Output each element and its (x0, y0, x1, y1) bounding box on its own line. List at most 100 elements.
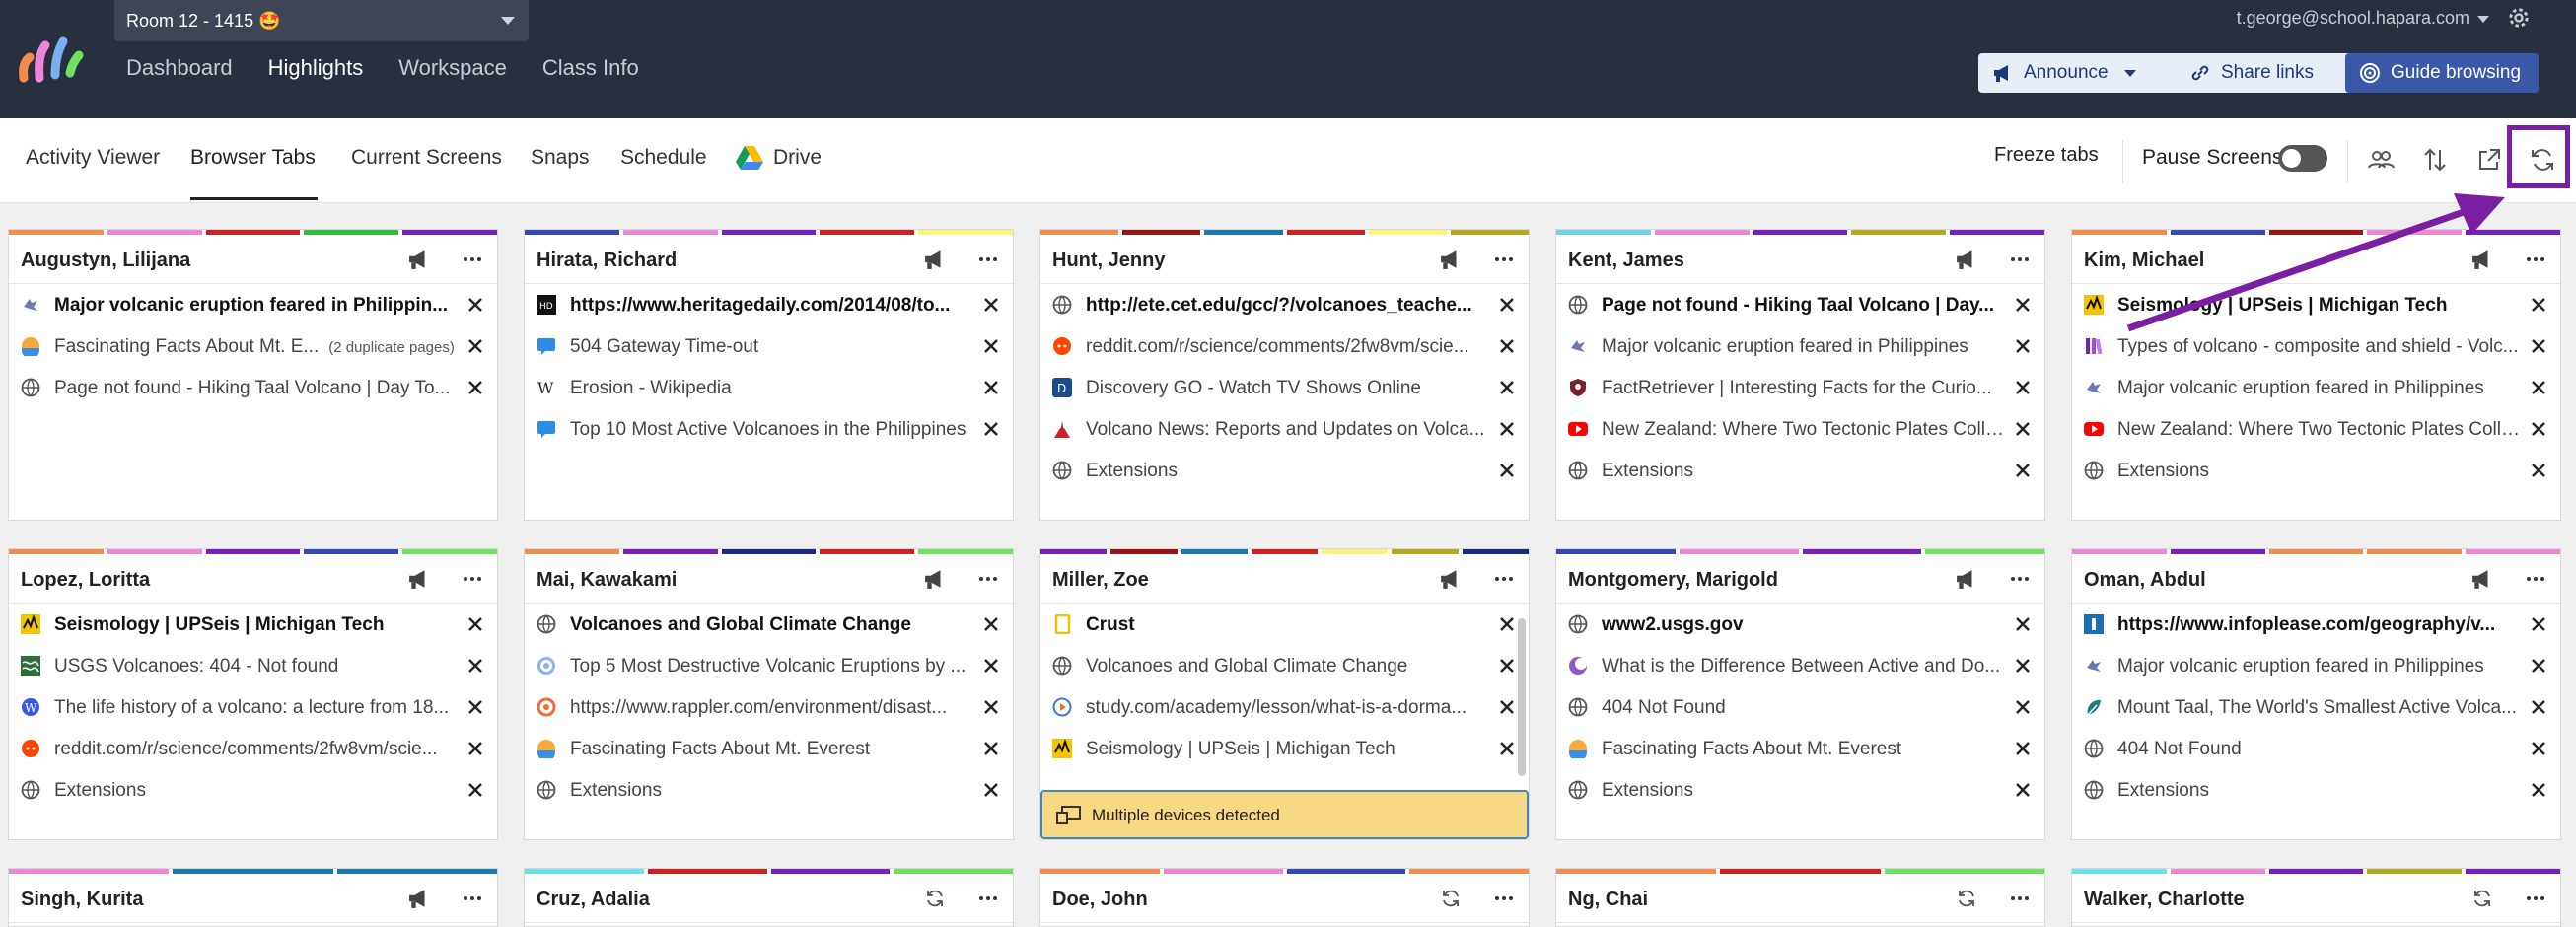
student-card[interactable]: Montgomery, Marigold www2.usgs.gov What is… (1555, 548, 2045, 840)
browser-tab-row[interactable]: W The life history of a volcano: a lectur… (9, 686, 497, 728)
browser-tab-row[interactable]: Extensions (1556, 450, 2044, 491)
close-icon[interactable] (983, 380, 999, 395)
close-icon[interactable] (983, 616, 999, 632)
browser-tab-row[interactable]: 404 Not Found (1556, 686, 2044, 728)
more-options-icon[interactable] (2523, 888, 2548, 909)
close-icon[interactable] (2531, 616, 2546, 632)
megaphone-icon[interactable] (922, 249, 948, 270)
nav-workspace[interactable]: Workspace (398, 55, 507, 81)
close-icon[interactable] (2015, 782, 2031, 798)
browser-tab-row[interactable]: D Discovery GO - Watch TV Shows Online (1040, 367, 1529, 408)
gear-icon[interactable] (2505, 4, 2533, 32)
close-icon[interactable] (1499, 463, 1515, 478)
student-card[interactable]: Oman, Abdul https://www.infoplease.com/ge… (2071, 548, 2561, 840)
megaphone-icon[interactable] (922, 568, 948, 590)
more-options-icon[interactable] (2007, 568, 2033, 590)
close-icon[interactable] (467, 297, 483, 313)
tab-snaps[interactable]: Snaps (531, 146, 590, 170)
megaphone-icon[interactable] (1438, 249, 1464, 270)
tab-browser-tabs[interactable]: Browser Tabs (190, 146, 316, 170)
browser-tab-row[interactable]: Extensions (1040, 450, 1529, 491)
user-menu[interactable]: t.george@school.hapara.com (2237, 8, 2489, 29)
close-icon[interactable] (2015, 699, 2031, 715)
tab-activity-viewer[interactable]: Activity Viewer (26, 146, 160, 170)
more-options-icon[interactable] (1491, 249, 1517, 270)
browser-tab-row[interactable]: Seismology | UPSeis | Michigan Tech (2072, 284, 2560, 325)
more-options-icon[interactable] (975, 249, 1001, 270)
close-icon[interactable] (1499, 297, 1515, 313)
browser-tab-row[interactable]: Major volcanic eruption feared in Philip… (1556, 325, 2044, 367)
hapara-logo[interactable] (16, 34, 85, 83)
browser-tab-row[interactable]: Volcanoes and Global Climate Change (1040, 645, 1529, 686)
browser-tab-row[interactable]: W Erosion - Wikipedia (525, 367, 1013, 408)
close-icon[interactable] (2531, 741, 2546, 756)
close-icon[interactable] (2015, 658, 2031, 674)
more-options-icon[interactable] (460, 249, 485, 270)
close-icon[interactable] (467, 338, 483, 354)
browser-tab-row[interactable]: Page not found - Hiking Taal Volcano | D… (1556, 284, 2044, 325)
tab-current-screens[interactable]: Current Screens (351, 146, 502, 170)
close-icon[interactable] (2531, 782, 2546, 798)
close-icon[interactable] (983, 782, 999, 798)
megaphone-icon[interactable] (406, 249, 432, 270)
browser-tab-row[interactable]: What is the Difference Between Active an… (1556, 645, 2044, 686)
browser-tab-row[interactable]: Extensions (1556, 769, 2044, 811)
megaphone-icon[interactable] (1954, 568, 1979, 590)
close-icon[interactable] (467, 782, 483, 798)
student-card[interactable]: Cruz, Adalia (524, 868, 1014, 927)
browser-tab-row[interactable]: USGS Volcanoes: 404 - Not found (9, 645, 497, 686)
student-card[interactable]: Miller, Zoe Crust Volcanoes and Global Cli… (1039, 548, 1530, 840)
close-icon[interactable] (2015, 463, 2031, 478)
close-icon[interactable] (2531, 658, 2546, 674)
browser-tab-row[interactable]: Top 10 Most Active Volcanoes in the Phil… (525, 408, 1013, 450)
close-icon[interactable] (983, 658, 999, 674)
browser-tab-row[interactable]: 504 Gateway Time-out (525, 325, 1013, 367)
close-icon[interactable] (2531, 699, 2546, 715)
tab-drive[interactable]: Drive (773, 146, 822, 170)
browser-tab-row[interactable]: HD https://www.heritagedaily.com/2014/08/… (525, 284, 1013, 325)
browser-tab-row[interactable]: Major volcanic eruption feared in Philip… (2072, 645, 2560, 686)
browser-tab-row[interactable]: Extensions (2072, 450, 2560, 491)
student-card[interactable]: Augustyn, Lilijana Major volcanic eruptio… (8, 229, 498, 521)
megaphone-icon[interactable] (2469, 249, 2495, 270)
student-card[interactable]: Ng, Chai (1555, 868, 2045, 927)
megaphone-icon[interactable] (406, 568, 432, 590)
megaphone-icon[interactable] (1954, 249, 1979, 270)
close-icon[interactable] (2531, 421, 2546, 437)
close-icon[interactable] (2015, 741, 2031, 756)
close-icon[interactable] (467, 741, 483, 756)
browser-tab-row[interactable]: Seismology | UPSeis | Michigan Tech (9, 604, 497, 645)
close-icon[interactable] (2531, 463, 2546, 478)
browser-tab-row[interactable]: reddit.com/r/science/comments/2fw8vm/sci… (1040, 325, 1529, 367)
browser-tab-row[interactable]: study.com/academy/lesson/what-is-a-dorma… (1040, 686, 1529, 728)
close-icon[interactable] (2015, 380, 2031, 395)
close-icon[interactable] (983, 421, 999, 437)
browser-tab-row[interactable]: Volcanoes and Global Climate Change (525, 604, 1013, 645)
close-icon[interactable] (1499, 380, 1515, 395)
close-icon[interactable] (983, 338, 999, 354)
close-icon[interactable] (467, 380, 483, 395)
pause-screens-toggle[interactable] (2278, 145, 2327, 172)
close-icon[interactable] (983, 297, 999, 313)
close-icon[interactable] (983, 699, 999, 715)
browser-tab-row[interactable]: Extensions (2072, 769, 2560, 811)
browser-tab-row[interactable]: www2.usgs.gov (1556, 604, 2044, 645)
class-selector[interactable]: Room 12 - 1415 🤩 (114, 0, 529, 41)
more-options-icon[interactable] (2523, 568, 2548, 590)
more-options-icon[interactable] (1491, 568, 1517, 590)
student-card[interactable]: Lopez, Loritta Seismology | UPSeis | Mich… (8, 548, 498, 840)
browser-tab-row[interactable]: New Zealand: Where Two Tectonic Plates C… (2072, 408, 2560, 450)
browser-tab-row[interactable]: Extensions (525, 769, 1013, 811)
more-options-icon[interactable] (460, 568, 485, 590)
scrollbar[interactable] (1518, 618, 1526, 776)
student-card[interactable]: Kent, James Page not found - Hiking Taal … (1555, 229, 2045, 521)
close-icon[interactable] (2531, 338, 2546, 354)
browser-tab-row[interactable]: Page not found - Hiking Taal Volcano | D… (9, 367, 497, 408)
close-icon[interactable] (467, 658, 483, 674)
student-card[interactable]: Doe, John (1039, 868, 1530, 927)
megaphone-icon[interactable] (406, 888, 432, 909)
multiple-devices-warning[interactable]: Multiple devices detected (1040, 790, 1529, 839)
close-icon[interactable] (1499, 421, 1515, 437)
more-options-icon[interactable] (2007, 888, 2033, 909)
browser-tab-row[interactable]: Crust (1040, 604, 1529, 645)
